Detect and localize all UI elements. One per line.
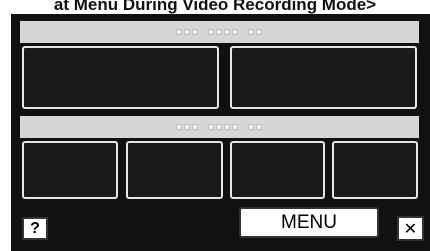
header-placeholder-icon [175,124,264,130]
camera-touch-screen: ? MENU ✕ [11,14,430,251]
menu-button[interactable]: MENU [239,207,379,238]
top-section-header [20,21,419,43]
top-right-button[interactable] [230,46,417,109]
bottom-button-1[interactable] [22,141,118,199]
bottom-button-3[interactable] [230,141,325,199]
menu-button-label: MENU [281,211,337,233]
top-left-button[interactable] [22,46,219,109]
close-button[interactable]: ✕ [397,216,424,241]
header-placeholder-icon [175,29,264,35]
bottom-button-2[interactable] [126,141,223,199]
help-button[interactable]: ? [22,217,48,240]
screen-caption: at Menu During Video Recording Mode> [53,0,377,14]
bottom-button-4[interactable] [332,141,418,199]
help-icon: ? [30,219,40,237]
bottom-section-header [20,116,419,138]
close-icon: ✕ [403,220,418,238]
